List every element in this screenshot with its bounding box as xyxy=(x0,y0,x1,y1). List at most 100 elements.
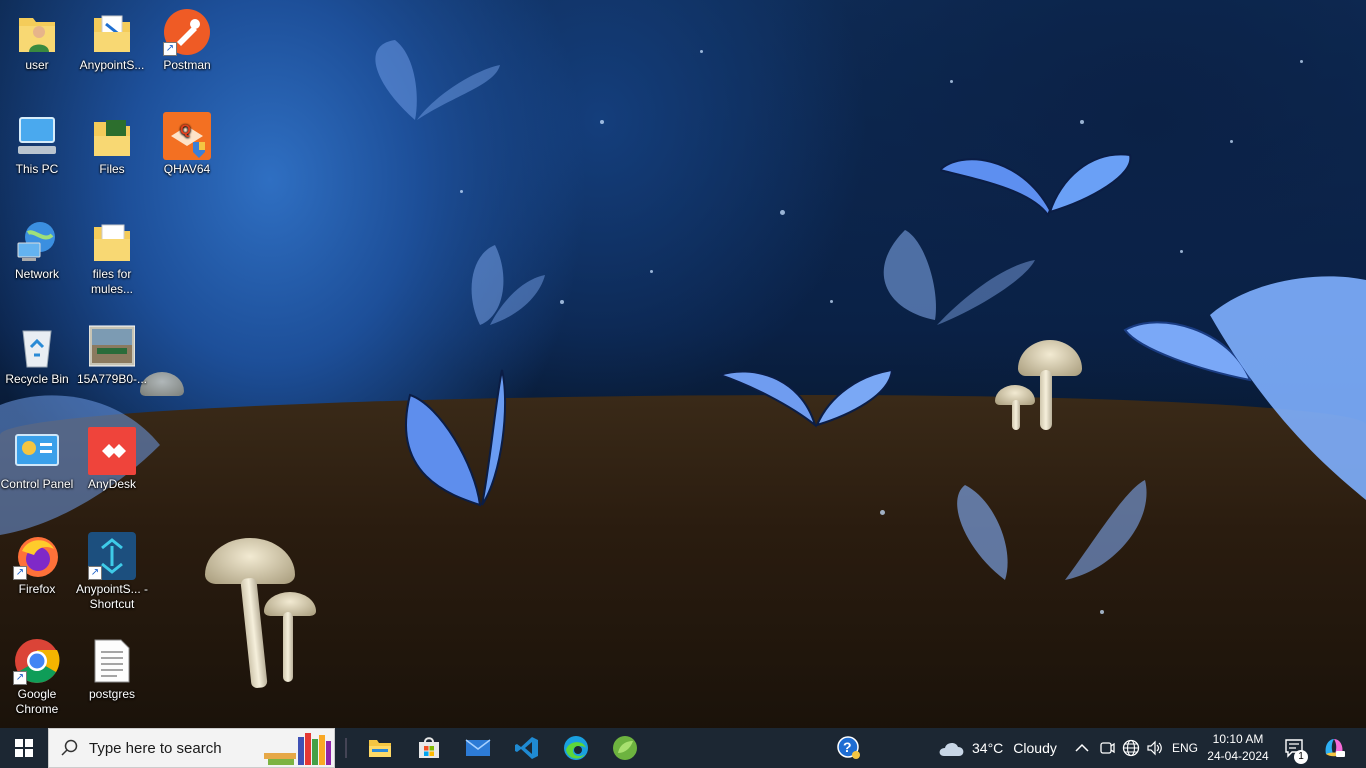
control-panel-icon xyxy=(13,427,61,475)
butterfly-middle xyxy=(720,368,894,428)
wallpaper-sparkle xyxy=(1100,610,1104,614)
tray-help[interactable]: ? xyxy=(836,728,862,768)
windows-logo-icon xyxy=(15,739,33,757)
desktop-icon-label: Files xyxy=(99,162,125,176)
tray-meet-now[interactable] xyxy=(1099,728,1115,768)
desktop-icon-label: postgres xyxy=(88,687,136,701)
desktop-icon-files[interactable]: Files xyxy=(75,112,149,177)
taskbar: Type here to search ? 34°C Cloudy ENG 10… xyxy=(0,728,1366,768)
shortcut-arrow-icon: ↗ xyxy=(163,42,177,56)
cloud-icon xyxy=(939,742,964,756)
butterfly-blurred-1 xyxy=(375,40,500,120)
postman-icon: ↗ xyxy=(163,8,211,56)
folder-icon xyxy=(88,217,136,265)
mushroom-stem xyxy=(283,612,293,682)
svg-text:?: ? xyxy=(843,739,852,755)
anypoint-studio-icon: ↗ xyxy=(88,532,136,580)
wallpaper-sparkle xyxy=(830,300,833,303)
tray-copilot[interactable] xyxy=(1322,728,1346,768)
spring-tools-icon xyxy=(612,736,637,760)
tray-clock[interactable]: 10:10 AM 24-04-2024 xyxy=(1205,728,1271,768)
taskbar-search-box[interactable]: Type here to search xyxy=(48,728,335,768)
taskbar-divider xyxy=(345,738,347,758)
taskbar-spring-tools[interactable] xyxy=(600,728,649,768)
desktop-icon-files-for-mules[interactable]: files for mules... xyxy=(75,217,149,297)
tray-show-hidden-icons[interactable] xyxy=(1075,728,1089,768)
desktop-icon-label: AnypointS... xyxy=(79,58,145,72)
wallpaper-sparkle xyxy=(1080,120,1084,124)
language-indicator: ENG xyxy=(1172,741,1199,755)
taskbar-mail[interactable] xyxy=(453,728,502,768)
svg-text:Q: Q xyxy=(180,121,191,137)
desktop-icon-anypoint-folder[interactable]: AnypointS... xyxy=(75,8,149,73)
tray-language[interactable]: ENG xyxy=(1172,728,1198,768)
desktop-icon-postgres[interactable]: postgres xyxy=(75,637,149,702)
meet-now-icon xyxy=(1100,742,1115,754)
desktop-icon-label: Postman xyxy=(163,58,211,72)
wallpaper-sparkle xyxy=(880,510,885,515)
wallpaper-sparkle xyxy=(560,300,564,304)
tray-notifications[interactable]: 1 xyxy=(1284,728,1308,768)
desktop-icon-label: Network xyxy=(14,267,59,281)
desktop-icon-firefox[interactable]: ↗ Firefox xyxy=(0,532,74,597)
user-folder-icon xyxy=(13,8,61,56)
wallpaper-sparkle xyxy=(700,50,703,53)
desktop-icon-user[interactable]: user xyxy=(0,8,74,73)
desktop-icon-anypoint-studio-shortcut[interactable]: ↗ AnypointS... - Shortcut xyxy=(75,532,149,612)
vscode-icon xyxy=(514,737,538,759)
microsoft-store-icon xyxy=(418,737,439,758)
desktop-icon-label: AnypointS... - Shortcut xyxy=(75,582,149,611)
search-highlight-books-icon xyxy=(264,733,331,765)
copilot-icon xyxy=(1325,739,1345,757)
wallpaper-sparkle xyxy=(460,190,463,193)
butterfly-large-right xyxy=(1123,276,1366,500)
recycle-bin-icon xyxy=(13,322,61,370)
clock-time: 10:10 AM xyxy=(1212,732,1264,746)
tray-volume[interactable] xyxy=(1146,728,1164,768)
start-button[interactable] xyxy=(0,728,48,768)
mushroom-stem xyxy=(1040,370,1052,430)
wallpaper-sparkle xyxy=(1230,140,1233,143)
search-icon xyxy=(61,739,78,756)
taskbar-file-explorer[interactable] xyxy=(355,728,404,768)
taskbar-vscode[interactable] xyxy=(502,728,551,768)
desktop-icon-qhav64[interactable]: Q QHAV64 xyxy=(150,112,224,177)
desktop-icon-image-file[interactable]: 15A779B0-... xyxy=(75,322,149,387)
volume-icon xyxy=(1147,740,1162,756)
taskbar-edge[interactable] xyxy=(551,728,600,768)
text-file-icon xyxy=(88,637,136,685)
butterfly-top-right xyxy=(940,153,1132,218)
desktop-icon-label: Google Chrome xyxy=(15,687,59,716)
desktop-icon-label: Recycle Bin xyxy=(5,372,69,386)
firefox-icon: ↗ xyxy=(13,532,61,580)
taskbar-microsoft-store[interactable] xyxy=(404,728,453,768)
desktop-icon-anydesk[interactable]: AnyDesk xyxy=(75,427,149,492)
files-folder-icon xyxy=(88,112,136,160)
help-icon: ? xyxy=(837,736,860,759)
tray-network[interactable] xyxy=(1122,728,1140,768)
desktop-icon-label: user xyxy=(25,58,49,72)
desktop-icon-network[interactable]: Network xyxy=(0,217,74,282)
shortcut-arrow-icon: ↗ xyxy=(13,671,27,685)
file-explorer-icon xyxy=(368,740,391,757)
desktop-icon-google-chrome[interactable]: ↗ Google Chrome xyxy=(0,637,74,717)
mushroom-stem xyxy=(1012,400,1020,430)
desktop-icon-label: QHAV64 xyxy=(163,162,211,176)
wallpaper-sparkle xyxy=(780,210,785,215)
chevron-up-icon xyxy=(1075,743,1089,752)
tray-weather[interactable]: 34°C Cloudy xyxy=(938,728,1057,768)
butterfly-blurred-2 xyxy=(883,230,1035,325)
weather-condition: Cloudy xyxy=(1013,740,1057,756)
shortcut-arrow-icon: ↗ xyxy=(13,566,27,580)
anypoint-folder-icon xyxy=(88,8,136,56)
desktop-icon-postman[interactable]: ↗ Postman xyxy=(150,8,224,73)
wallpaper-sparkle xyxy=(950,80,953,83)
desktop-icon-this-pc[interactable]: This PC xyxy=(0,112,74,177)
network-icon xyxy=(13,217,61,265)
desktop-icon-control-panel[interactable]: Control Panel xyxy=(0,427,74,492)
edge-icon xyxy=(563,736,588,760)
wallpaper-sparkle xyxy=(600,120,604,124)
butterfly-left xyxy=(405,369,507,507)
desktop-icon-recycle-bin[interactable]: Recycle Bin xyxy=(0,322,74,387)
wallpaper-sparkle xyxy=(650,270,653,273)
